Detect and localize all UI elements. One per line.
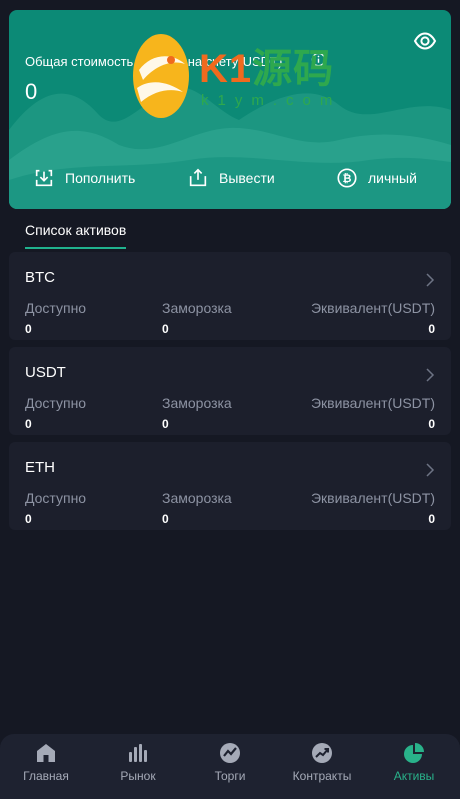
home-icon [37, 744, 55, 762]
frozen-label: Заморозка [162, 395, 232, 411]
watermark-logo-icon [133, 34, 189, 118]
active-tab-indicator [25, 247, 126, 249]
available-value: 0 [25, 417, 32, 431]
chevron-right-icon [426, 273, 435, 287]
bitcoin-icon: ₿ [337, 168, 357, 188]
svg-text:₿: ₿ [343, 172, 352, 185]
asset-name: USDT [25, 364, 66, 381]
equivalent-label: Эквивалент(USDT) [310, 490, 435, 506]
frozen-value: 0 [162, 512, 169, 526]
equivalent-label: Эквивалент(USDT) [310, 300, 435, 316]
watermark-brand-latin: K1 [199, 47, 253, 91]
watermark-url: k1ym.com [201, 92, 342, 109]
available-value: 0 [25, 322, 32, 336]
deposit-button[interactable]: Пополнить [33, 164, 135, 192]
available-label: Доступно [25, 300, 87, 316]
equivalent-value: 0 [428, 322, 435, 336]
total-value: 0 [25, 79, 38, 104]
equivalent-label: Эквивалент(USDT) [310, 395, 435, 411]
nav-label: Торги [214, 769, 246, 783]
withdraw-label: Вывести [219, 170, 275, 186]
nav-item-assets[interactable]: Активы [368, 734, 460, 799]
withdraw-button[interactable]: Вывести [187, 164, 275, 192]
market-bars-icon [129, 744, 147, 762]
deposit-label: Пополнить [65, 170, 136, 186]
personal-button[interactable]: ₿ личный [336, 164, 417, 192]
asset-name: ETH [25, 459, 55, 476]
frozen-label: Заморозка [162, 300, 232, 316]
assets-page: Общая стоимость активов на счету(USDT) 0… [0, 0, 460, 799]
available-value: 0 [25, 512, 32, 526]
asset-card-usdt[interactable]: USDT Доступно Заморозка Эквивалент(USDT)… [9, 347, 451, 435]
equivalent-value: 0 [428, 512, 435, 526]
asset-name: BTC [25, 269, 55, 286]
trade-icon [220, 743, 240, 763]
frozen-value: 0 [162, 417, 169, 431]
asset-card-eth[interactable]: ETH Доступно Заморозка Эквивалент(USDT) … [9, 442, 451, 530]
assets-pie-icon [404, 743, 424, 763]
account-actions: Пополнить Вывести ₿ личный [9, 164, 451, 194]
asset-list-tab[interactable]: Список активов [25, 222, 126, 238]
chevron-right-icon [426, 463, 435, 477]
asset-card-btc[interactable]: BTC Доступно Заморозка Эквивалент(USDT) … [9, 252, 451, 340]
account-summary-card: Общая стоимость активов на счету(USDT) 0… [9, 10, 451, 209]
bottom-navigation: Главная Рынок Торги Контракты Активы [0, 734, 460, 799]
nav-item-contracts[interactable]: Контракты [276, 734, 368, 799]
watermark-brand: K1源码 [199, 36, 334, 94]
download-icon [35, 169, 53, 187]
frozen-label: Заморозка [162, 490, 232, 506]
available-label: Доступно [25, 395, 87, 411]
frozen-value: 0 [162, 322, 169, 336]
nav-label: Активы [393, 769, 435, 783]
upload-icon [189, 168, 207, 187]
nav-label: Рынок [120, 769, 156, 783]
toggle-visibility-eye-icon[interactable] [413, 29, 437, 53]
equivalent-value: 0 [428, 417, 435, 431]
watermark-brand-cn: 源码 [252, 47, 335, 91]
nav-item-market[interactable]: Рынок [92, 734, 184, 799]
nav-item-home[interactable]: Главная [0, 734, 92, 799]
chevron-right-icon [426, 368, 435, 382]
nav-item-trade[interactable]: Торги [184, 734, 276, 799]
available-label: Доступно [25, 490, 87, 506]
contracts-trend-icon [312, 743, 332, 763]
nav-label: Контракты [292, 769, 352, 783]
nav-label: Главная [23, 769, 69, 783]
personal-label: личный [368, 170, 417, 186]
